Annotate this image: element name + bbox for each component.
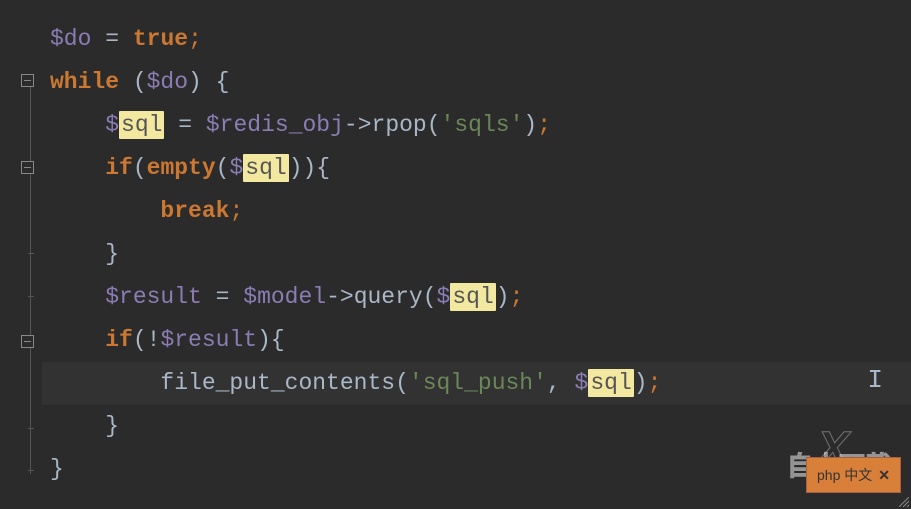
indent xyxy=(50,413,105,439)
dollar-sign: $ xyxy=(575,370,589,396)
brace-close: } xyxy=(105,241,119,267)
bottom-tag[interactable]: php 中文 ✕ xyxy=(806,457,901,493)
keyword-if: if xyxy=(105,327,133,353)
code-line: while ($do) { xyxy=(42,61,911,104)
brace-open: ) { xyxy=(188,69,229,95)
string-sqls: sqls xyxy=(454,112,509,138)
text-cursor-icon: I xyxy=(867,356,883,405)
fold-tick xyxy=(28,470,34,471)
indent xyxy=(50,112,105,138)
resize-handle-icon[interactable] xyxy=(899,497,909,507)
highlight-sql: sql xyxy=(588,369,633,397)
paren: ) xyxy=(634,370,648,396)
fold-button-if-empty[interactable] xyxy=(21,161,34,174)
fold-button-if-result[interactable] xyxy=(21,335,34,348)
indent xyxy=(50,155,105,181)
paren: ) xyxy=(496,284,510,310)
fold-gutter xyxy=(0,0,42,509)
highlight-sql: sql xyxy=(119,111,164,139)
paren: ( xyxy=(133,155,147,181)
assign-op: = xyxy=(164,112,205,138)
func-file-put-contents: file_put_contents xyxy=(160,370,395,396)
code-line: $do = true; xyxy=(42,18,911,61)
variable-result: $result xyxy=(105,284,202,310)
semicolon: ; xyxy=(537,112,551,138)
code-line: if(empty($sql)){ xyxy=(42,147,911,190)
paren: (! xyxy=(133,327,161,353)
paren: ) xyxy=(523,112,537,138)
dollar-sign: $ xyxy=(105,112,119,138)
keyword-while: while xyxy=(50,69,119,95)
string-sql-push: sql_push xyxy=(423,370,533,396)
brace-close: } xyxy=(105,413,119,439)
highlight-sql: sql xyxy=(243,154,288,182)
semicolon: ; xyxy=(188,26,202,52)
fold-tick xyxy=(28,253,34,254)
code-line: if(!$result){ xyxy=(42,319,911,362)
close-icon[interactable]: ✕ xyxy=(878,467,890,483)
variable-result: $result xyxy=(160,327,257,353)
assign-op: = xyxy=(91,26,132,52)
method-query: query xyxy=(354,284,423,310)
indent xyxy=(50,284,105,310)
variable-redis: $redis_obj xyxy=(206,112,344,138)
semicolon: ; xyxy=(229,198,243,224)
indent xyxy=(50,198,160,224)
assign-op: = xyxy=(202,284,243,310)
brace-open: )){ xyxy=(289,155,330,181)
semicolon: ; xyxy=(510,284,524,310)
comma: , xyxy=(547,370,575,396)
code-line: $sql = $redis_obj->rpop('sqls'); xyxy=(42,104,911,147)
fold-tick xyxy=(28,428,34,429)
paren: ( xyxy=(423,284,437,310)
code-line-current: file_put_contents('sql_push', $sql); xyxy=(42,362,911,405)
arrow-op: -> xyxy=(326,284,354,310)
paren: ( xyxy=(216,155,230,181)
code-line: } xyxy=(42,405,911,448)
method-rpop: rpop xyxy=(372,112,427,138)
variable-do: $do xyxy=(50,26,91,52)
dollar-sign: $ xyxy=(437,284,451,310)
code-line: $result = $model->query($sql); xyxy=(42,276,911,319)
keyword-if: if xyxy=(105,155,133,181)
fold-guide-line xyxy=(30,76,31,474)
fold-tick xyxy=(28,296,34,297)
string-delim: ' xyxy=(441,112,455,138)
paren: ( xyxy=(119,69,147,95)
fold-button-while[interactable] xyxy=(21,74,34,87)
code-line: break; xyxy=(42,190,911,233)
code-area[interactable]: $do = true; while ($do) { $sql = $redis_… xyxy=(42,0,911,509)
string-delim: ' xyxy=(409,370,423,396)
keyword-empty: empty xyxy=(147,155,216,181)
semicolon: ; xyxy=(648,370,662,396)
code-line: } xyxy=(42,233,911,276)
paren: ( xyxy=(395,370,409,396)
bottom-tag-label: php 中文 xyxy=(817,467,872,483)
brace-open: ){ xyxy=(257,327,285,353)
variable-do: $do xyxy=(147,69,188,95)
code-editor: $do = true; while ($do) { $sql = $redis_… xyxy=(0,0,911,509)
keyword-true: true xyxy=(133,26,188,52)
paren: ( xyxy=(427,112,441,138)
arrow-op: -> xyxy=(344,112,372,138)
indent xyxy=(50,241,105,267)
indent xyxy=(50,327,105,353)
string-delim: ' xyxy=(533,370,547,396)
brace-close: } xyxy=(50,456,64,482)
highlight-sql: sql xyxy=(450,283,495,311)
indent xyxy=(50,370,160,396)
keyword-break: break xyxy=(160,198,229,224)
code-line: } xyxy=(42,448,911,491)
dollar-sign: $ xyxy=(229,155,243,181)
variable-model: $model xyxy=(243,284,326,310)
string-delim: ' xyxy=(510,112,524,138)
